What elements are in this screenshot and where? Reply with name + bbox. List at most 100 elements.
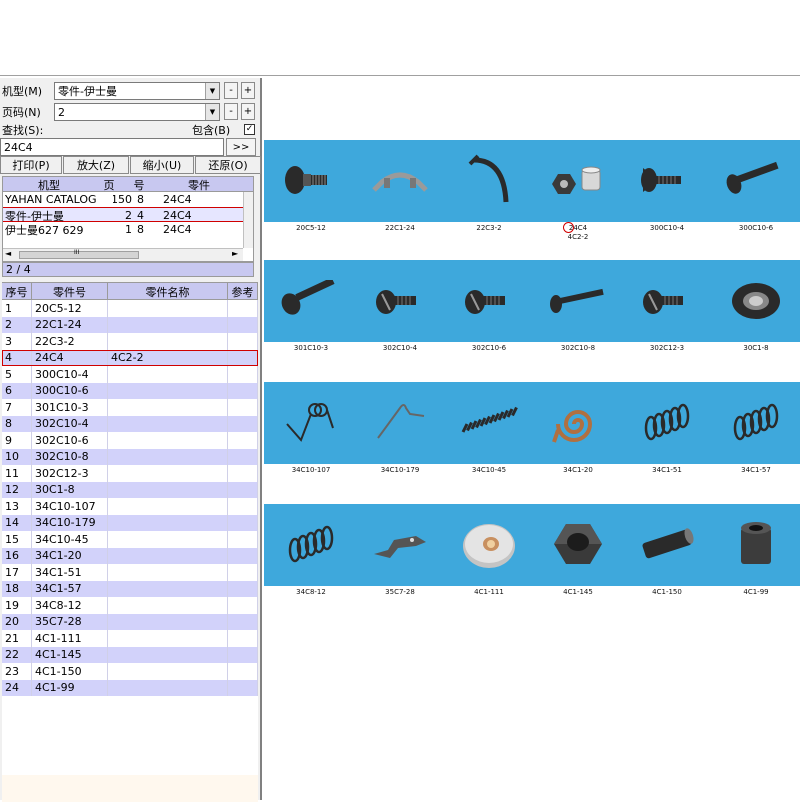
part-thumbnail[interactable]: 302C10-6 — [446, 260, 532, 360]
table-row[interactable]: 5 300C10-4 — [2, 366, 258, 383]
part-thumbnail[interactable]: 302C12-3 — [624, 260, 710, 360]
horizontal-scrollbar[interactable]: ◄ III ► — [3, 248, 243, 261]
page-minus-button[interactable]: - — [224, 103, 238, 120]
table-row[interactable]: 23 4C1-150 — [2, 663, 258, 680]
col-header-index[interactable]: 序号 — [2, 283, 32, 300]
print-button[interactable]: 打印(P) — [0, 156, 62, 174]
table-row[interactable]: 14 34C10-179 — [2, 514, 258, 531]
cell-index: 20 — [2, 613, 32, 630]
part-thumbnail[interactable]: 20C5-12 — [268, 140, 354, 240]
search-go-button[interactable]: >> — [226, 138, 256, 156]
table-row[interactable]: 13 34C10-107 — [2, 498, 258, 515]
table-row[interactable]: YAHAN CATALOG 150 8 24C4 — [3, 192, 253, 207]
part-label: 302C10-4 — [382, 344, 418, 352]
cell-part-name — [108, 316, 228, 333]
page-plus-button[interactable]: + — [241, 103, 255, 120]
part-thumbnail[interactable]: 302C10-4 — [357, 260, 443, 360]
part-thumbnail[interactable]: 34C10-179 — [357, 382, 443, 482]
model-minus-button[interactable]: - — [224, 82, 238, 99]
chevron-down-icon[interactable]: ▼ — [205, 104, 219, 120]
scroll-thumb[interactable]: III — [19, 249, 139, 259]
part-thumbnail[interactable]: 4C1-111 — [446, 504, 532, 604]
restore-button[interactable]: 还原(O) — [195, 156, 261, 174]
part-label: 302C10-6 — [471, 344, 507, 352]
table-row[interactable]: 4 24C4 4C2-2 — [2, 349, 258, 366]
zoom-out-button[interactable]: 缩小(U) — [130, 156, 194, 174]
cell-index: 14 — [2, 514, 32, 531]
cell-part-number: 20C5-12 — [32, 300, 108, 317]
table-row[interactable]: 24 4C1-99 — [2, 679, 258, 696]
part-thumbnail[interactable]: 300C10-6 — [713, 140, 799, 240]
scroll-right-icon[interactable]: ► — [232, 249, 238, 258]
cell-index: 17 — [2, 564, 32, 581]
part-thumbnail[interactable]: 301C10-3 — [268, 260, 354, 360]
table-row[interactable]: 2 22C1-24 — [2, 316, 258, 333]
table-row[interactable]: 15 34C10-45 — [2, 531, 258, 548]
table-row[interactable]: 1 20C5-12 — [2, 300, 258, 317]
cell-part-name — [108, 531, 228, 548]
table-row[interactable]: 19 34C8-12 — [2, 597, 258, 614]
table-row[interactable]: 3 22C3-2 — [2, 333, 258, 350]
col-header-reference[interactable]: 参考 — [228, 283, 258, 300]
cell-part-number: 24C4 — [32, 349, 108, 366]
part-thumbnail[interactable]: 22C3-2 — [446, 140, 532, 240]
table-row[interactable]: 10 302C10-8 — [2, 448, 258, 465]
part-thumbnail[interactable]: 34C8-12 — [268, 504, 354, 604]
table-row-selected[interactable]: 零件-伊士曼 2 4 24C4 — [3, 207, 253, 223]
cell-reference — [228, 366, 258, 383]
table-row[interactable]: 22 4C1-145 — [2, 646, 258, 663]
table-row[interactable]: 7 301C10-3 — [2, 399, 258, 416]
part-thumbnail[interactable]: 302C10-8 — [535, 260, 621, 360]
cell-model: YAHAN CATALOG — [5, 193, 97, 206]
part-thumbnail[interactable]: 4C1-145 — [535, 504, 621, 604]
cell-part-number: 34C1-57 — [32, 580, 108, 597]
cell-reference — [228, 646, 258, 663]
col-header-model[interactable]: 机型 — [3, 177, 93, 192]
part-thumbnail[interactable]: 34C10-45 — [446, 382, 532, 482]
table-row[interactable]: 21 4C1-111 — [2, 630, 258, 647]
table-row[interactable]: 18 34C1-57 — [2, 580, 258, 597]
table-row[interactable]: 6 300C10-6 — [2, 382, 258, 399]
slotted-screw-icon — [365, 264, 435, 336]
table-row[interactable]: 9 302C10-6 — [2, 432, 258, 449]
col-header-part-number[interactable]: 零件号 — [32, 283, 108, 300]
table-row[interactable]: 16 34C1-20 — [2, 547, 258, 564]
zoom-in-button[interactable]: 放大(Z) — [63, 156, 129, 174]
col-header-page[interactable]: 页 — [93, 177, 123, 192]
part-thumbnail[interactable]: 34C10-107 — [268, 382, 354, 482]
vertical-scrollbar[interactable] — [243, 192, 253, 248]
table-row[interactable]: 11 302C12-3 — [2, 465, 258, 482]
col-header-number[interactable]: 号 — [123, 177, 153, 192]
cell-number: 8 — [137, 223, 144, 236]
scroll-left-icon[interactable]: ◄ — [5, 249, 11, 258]
cell-part-name — [108, 300, 228, 317]
col-header-part[interactable]: 零件 — [153, 177, 243, 192]
table-row[interactable]: 12 30C1-8 — [2, 481, 258, 498]
cap-plate-icon — [721, 264, 791, 336]
part-thumbnail[interactable]: 34C1-20 — [535, 382, 621, 482]
cell-part-number: 22C3-2 — [32, 333, 108, 350]
part-thumbnail[interactable]: 24C4 4C2-2 — [535, 140, 621, 241]
part-thumbnail[interactable]: 22C1-24 — [357, 140, 443, 240]
include-checkbox[interactable]: ✓ — [244, 124, 255, 135]
col-header-part-name[interactable]: 零件名称 — [108, 283, 228, 300]
part-thumbnail[interactable]: 4C1-150 — [624, 504, 710, 604]
search-input-row: 24C4 >> — [0, 138, 262, 156]
table-row[interactable]: 20 35C7-28 — [2, 613, 258, 630]
part-thumbnail[interactable]: 30C1-8 — [713, 260, 799, 360]
model-plus-button[interactable]: + — [241, 82, 255, 99]
part-thumbnail[interactable]: 34C1-51 — [624, 382, 710, 482]
table-row[interactable]: 17 34C1-51 — [2, 564, 258, 581]
search-input[interactable]: 24C4 — [0, 138, 224, 156]
cell-page: 150 — [113, 193, 132, 206]
part-thumbnail[interactable]: 35C7-28 — [357, 504, 443, 604]
catalog-grid-header: 机型 页 号 零件 — [3, 177, 253, 192]
part-thumbnail[interactable]: 34C1-57 — [713, 382, 799, 482]
table-row[interactable]: 伊士曼627 629 1 8 24C4 — [3, 222, 253, 237]
chevron-down-icon[interactable]: ▼ — [205, 83, 219, 99]
table-row[interactable]: 8 302C10-4 — [2, 415, 258, 432]
page-select[interactable]: 2 ▼ — [54, 103, 220, 121]
model-select[interactable]: 零件-伊士曼 ▼ — [54, 82, 220, 100]
part-thumbnail[interactable]: 4C1-99 — [713, 504, 799, 604]
part-thumbnail[interactable]: 300C10-4 — [624, 140, 710, 240]
